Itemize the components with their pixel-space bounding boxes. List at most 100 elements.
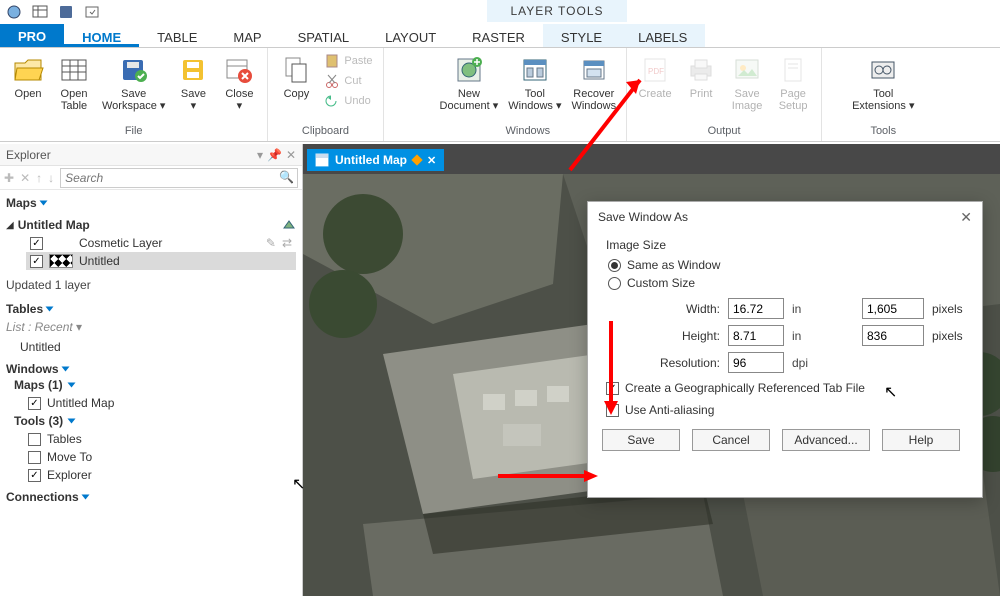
width-label: Width: [650,302,720,316]
folder-open-icon [12,54,44,86]
maps-section[interactable]: Maps [6,196,37,210]
svg-text:PDF: PDF [648,67,664,76]
tool3-checkbox[interactable] [28,469,41,482]
save-quick-icon[interactable] [58,4,74,20]
tools-count[interactable]: Tools (3) [14,414,63,428]
group-windows-label: Windows [436,123,621,139]
height-label: Height: [650,329,720,343]
dropdown-icon[interactable]: ▾ [257,148,263,162]
page-setup-button[interactable]: Page Setup [771,52,815,114]
tab-style[interactable]: STYLE [543,24,620,47]
help-button[interactable]: Help [882,429,960,451]
map-root[interactable]: Untitled Map [18,218,90,232]
maps-count[interactable]: Maps (1) [14,378,63,392]
map-options-icon[interactable] [282,218,296,232]
tab-raster[interactable]: RASTER [454,24,543,47]
recover-windows-button[interactable]: Recover Windows [567,52,620,114]
layer1-checkbox[interactable] [30,237,43,250]
cursor-icon: ↖ [292,474,305,494]
tab-labels[interactable]: LABELS [620,24,705,47]
layer-swap-icon[interactable]: ⇄ [282,236,292,250]
recover-windows-icon [578,54,610,86]
edit-layer-icon[interactable]: ✎ [266,236,276,250]
width-px-unit: pixels [932,302,963,316]
tab-table[interactable]: TABLE [139,24,215,47]
cut-button[interactable]: Cut [320,72,376,90]
save-button[interactable]: Save [602,429,680,451]
tool-explorer[interactable]: Explorer [47,468,92,482]
recent-table-item[interactable]: Untitled [20,340,61,354]
tab-spatial[interactable]: SPATIAL [280,24,368,47]
table-open-icon [58,54,90,86]
width-input[interactable] [728,298,784,319]
cut-icon [324,73,340,89]
tab-pro[interactable]: PRO [0,24,64,47]
save-image-icon [731,54,763,86]
create-pdf-icon: PDF [639,54,671,86]
map-window-item[interactable]: Untitled Map [47,396,114,410]
search-input[interactable] [60,168,298,188]
advanced-button[interactable]: Advanced... [782,429,870,451]
open-button[interactable]: Open [6,52,50,114]
collapse-icon[interactable]: ◢ [6,220,14,231]
tool-windows-icon [519,54,551,86]
layer2-checkbox[interactable] [30,255,43,268]
extension-quick-icon[interactable] [84,4,100,20]
custom-size-radio[interactable] [608,277,621,290]
height-input[interactable] [728,325,784,346]
move-up-icon[interactable]: ↑ [36,171,42,185]
pin-icon[interactable]: 📌 [267,148,282,162]
map-tab[interactable]: Untitled Map ✕ [307,149,444,171]
undo-icon [324,93,340,109]
move-down-icon[interactable]: ↓ [48,171,54,185]
tool-moveto[interactable]: Move To [47,450,92,464]
print-button[interactable]: Print [679,52,723,114]
map-window-checkbox[interactable] [28,397,41,410]
antialias-checkbox[interactable] [606,404,619,417]
dialog-title: Save Window As [598,210,688,224]
resolution-input[interactable] [728,352,784,373]
georef-checkbox[interactable] [606,382,619,395]
tool2-checkbox[interactable] [28,451,41,464]
close-button[interactable]: Close ▾ [217,52,261,114]
save-image-button[interactable]: Save Image [725,52,769,114]
tool-extensions-button[interactable]: Tool Extensions ▾ [848,52,918,114]
height-unit: in [792,329,818,343]
create-button[interactable]: PDF Create [633,52,677,114]
save-workspace-button[interactable]: Save Workspace ▾ [98,52,169,114]
tab-home[interactable]: HOME [64,24,139,47]
map-window-icon [315,153,329,167]
cancel-button[interactable]: Cancel [692,429,770,451]
tables-section[interactable]: Tables [6,302,43,316]
copy-button[interactable]: Copy [274,52,318,110]
windows-section[interactable]: Windows [6,362,59,376]
close-panel-icon[interactable]: ✕ [286,148,296,162]
connections-section[interactable]: Connections [6,490,79,504]
georef-label: Create a Geographically Referenced Tab F… [625,381,865,395]
add-layer-icon[interactable]: ✚ [4,171,14,185]
height-px-input[interactable] [862,325,924,346]
custom-size-label: Custom Size [627,276,695,290]
width-px-input[interactable] [862,298,924,319]
layer-untitled[interactable]: Untitled [79,254,120,268]
tool-windows-button[interactable]: Tool Windows ▾ [504,52,565,114]
dialog-close-icon[interactable]: ✕ [960,209,972,226]
tool-tables[interactable]: Tables [47,432,82,446]
layer-cosmetic[interactable]: Cosmetic Layer [79,236,162,250]
page-setup-icon [777,54,809,86]
search-icon[interactable]: 🔍 [279,170,294,184]
recent-label[interactable]: List : Recent [6,320,73,334]
tool1-checkbox[interactable] [28,433,41,446]
open-table-quick-icon[interactable] [32,4,48,20]
new-document-button[interactable]: New Document ▾ [436,52,503,114]
same-as-window-radio[interactable] [608,259,621,272]
tab-layout[interactable]: LAYOUT [367,24,454,47]
paste-button[interactable]: Paste [320,52,376,70]
tab-map[interactable]: MAP [215,24,279,47]
undo-button[interactable]: Undo [320,92,376,110]
open-table-button[interactable]: Open Table [52,52,96,114]
close-tab-icon[interactable]: ✕ [427,154,436,167]
same-as-window-label: Same as Window [627,258,720,272]
remove-layer-icon[interactable]: ✕ [20,171,30,185]
save-button-ribbon[interactable]: Save ▾ [171,52,215,114]
